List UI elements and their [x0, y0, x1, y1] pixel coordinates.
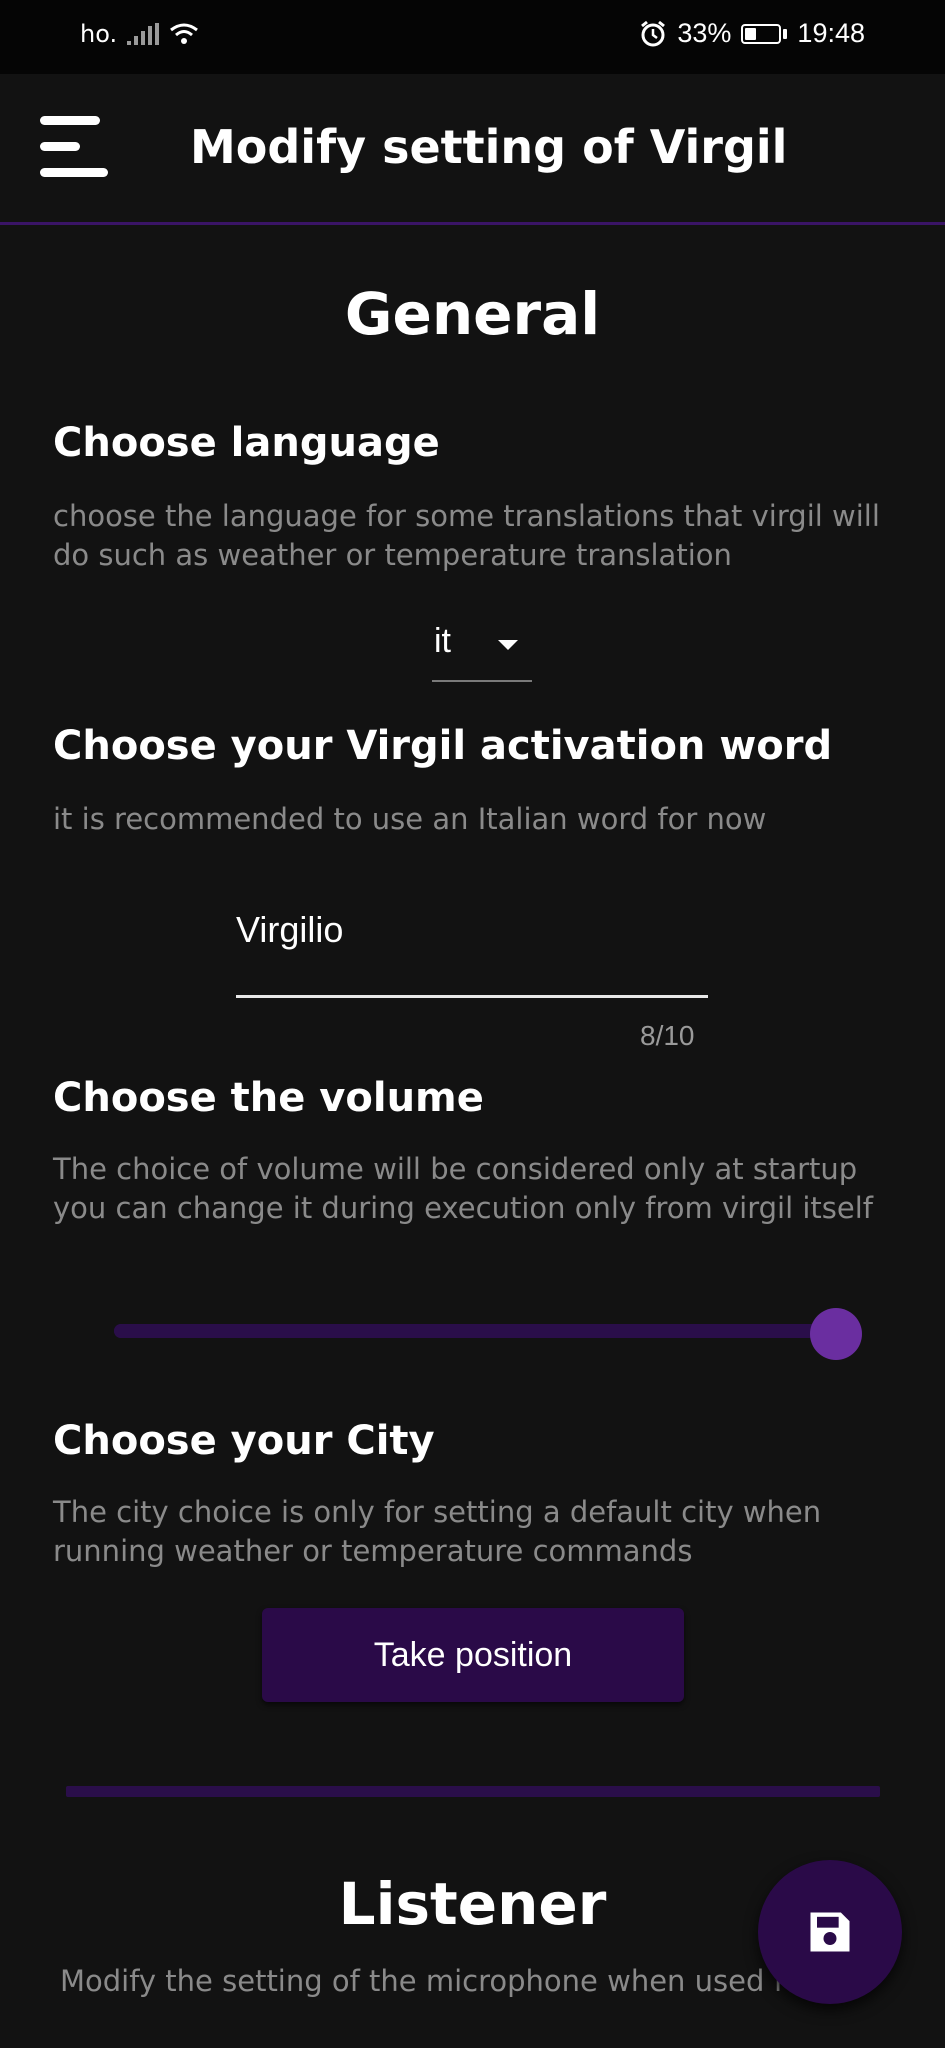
section-title-general: General [344, 280, 601, 348]
battery-icon [741, 23, 788, 44]
battery-percent: 33% [677, 18, 732, 48]
language-description: choose the language for some translation… [53, 499, 880, 572]
slider-thumb[interactable] [810, 1308, 862, 1360]
alarm-icon [641, 20, 666, 46]
take-position-button[interactable]: Take position [262, 1608, 684, 1702]
status-left: ho. [80, 20, 199, 48]
status-bar: ho. 33% 19:48 [0, 0, 945, 74]
city-description: The city choice is only for setting a de… [53, 1495, 822, 1568]
language-dropdown[interactable]: it [432, 610, 532, 682]
signal-icon [127, 23, 160, 45]
character-counter: 8/10 [640, 1020, 695, 1051]
save-icon [810, 1912, 850, 1952]
language-heading: Choose language [53, 420, 440, 466]
wifi-icon [170, 23, 199, 44]
activation-word-description: it is recommended to use an Italian word… [53, 802, 767, 836]
listener-description: Modify the setting of the microphone whe… [60, 1964, 814, 1998]
page-title: Modify setting of Virgil [190, 120, 788, 174]
activation-word-field[interactable] [236, 895, 708, 998]
save-button[interactable] [758, 1860, 902, 2004]
volume-slider[interactable] [114, 1308, 862, 1360]
volume-description: The choice of volume will be considered … [53, 1152, 874, 1225]
menu-icon[interactable] [40, 116, 108, 178]
section-divider [66, 1786, 880, 1797]
city-heading: Choose your City [53, 1418, 435, 1464]
language-selected: it [434, 622, 451, 660]
slider-fill [114, 1324, 836, 1338]
app-bar: Modify setting of Virgil [0, 74, 945, 225]
volume-heading: Choose the volume [53, 1075, 484, 1121]
status-right: 33% 19:48 [639, 18, 865, 49]
activation-word-heading: Choose your Virgil activation word [53, 723, 833, 769]
activation-word-input[interactable] [236, 909, 696, 951]
chevron-down-icon [498, 640, 518, 650]
carrier-label: ho. [80, 20, 118, 48]
clock: 19:48 [797, 18, 865, 48]
